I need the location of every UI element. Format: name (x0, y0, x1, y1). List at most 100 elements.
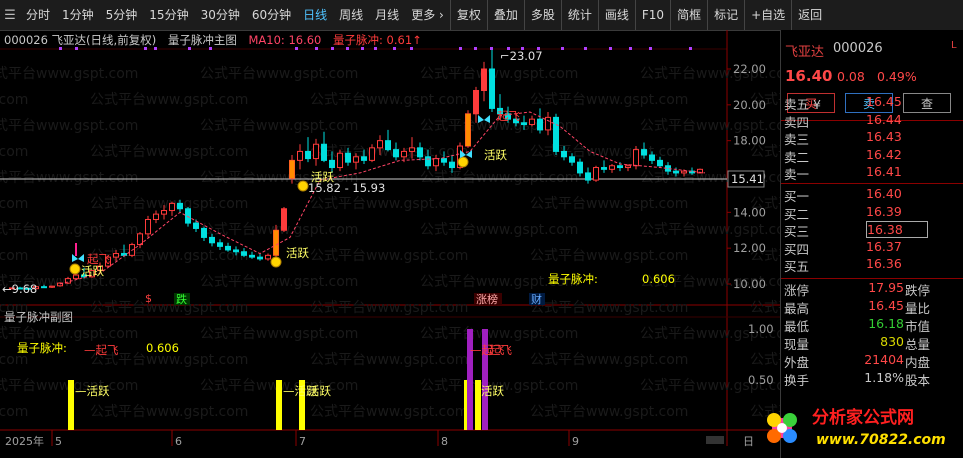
order-price: 16.37 (866, 238, 902, 254)
price-axis-label: 10.00 (733, 277, 766, 291)
statistics-button[interactable]: 统计 (560, 0, 598, 30)
mark-button[interactable]: 标记 (707, 0, 744, 30)
stat-value: 16.18 (868, 316, 904, 331)
candle-body (265, 254, 271, 260)
order-level-label: 买三 (784, 224, 810, 240)
candle-body (249, 254, 255, 258)
x-axis-label: 2025年 (5, 434, 44, 448)
sub-takeoff-label: —起飞 (84, 343, 119, 357)
candle-body (377, 140, 383, 149)
back-button[interactable]: 返回 (791, 0, 828, 30)
f10-button[interactable]: F10 (634, 0, 670, 30)
order-price: 16.43 (866, 129, 902, 145)
watermark-text: 公式平台www.gspt.com (0, 118, 138, 134)
order-price: 16.40 (866, 186, 902, 201)
bid-row[interactable]: 买一 16.40 (781, 186, 963, 204)
candle-body (233, 249, 239, 253)
watermark-text: 公式平台www.gspt.com (0, 196, 28, 212)
stat-value: 1.18% (864, 370, 904, 385)
stat-label: 市值 (905, 319, 931, 334)
ask-row[interactable]: 卖三 16.43 (781, 129, 963, 147)
simple-frame-button[interactable]: 简框 (670, 0, 707, 30)
candle-body (537, 118, 543, 131)
stat-value: 17.95 (868, 280, 904, 295)
stat-label: 涨停 (784, 283, 810, 298)
bid-row[interactable]: 买二 16.39 (781, 204, 963, 222)
candle-body (393, 149, 399, 158)
watermark-text: 公式平台www.gspt.com (310, 92, 468, 108)
flower-logo-icon (767, 413, 797, 443)
stat-label: 最低 (784, 319, 810, 334)
event-marker: 财 (531, 292, 542, 306)
order-level-label: 卖五 ¥ (784, 97, 821, 112)
candle-body (617, 165, 623, 169)
watermark-text: 公式平台www.gspt.com (90, 404, 248, 420)
menu-icon[interactable]: ☰ (0, 8, 20, 23)
candle-body (409, 147, 415, 152)
candle-body (681, 170, 687, 174)
tab-60min[interactable]: 60分钟 (246, 0, 297, 30)
pulse-label: 量子脉冲: (548, 272, 598, 286)
multi-stock-button[interactable]: 多股 (523, 0, 561, 30)
watermark-text: 公式平台www.gspt.com (0, 170, 138, 186)
tab-monthly[interactable]: 月线 (369, 0, 405, 30)
add-watchlist-button[interactable]: +自选 (744, 0, 791, 30)
candle-body (401, 150, 407, 158)
candle-body (625, 165, 631, 169)
order-level-label: 买一 (784, 189, 810, 204)
candle-body (657, 159, 663, 167)
money-bag-icon (270, 256, 282, 268)
surge-candle-body (289, 160, 295, 179)
event-dot (209, 47, 212, 50)
restore-rights-button[interactable]: 复权 (449, 0, 487, 30)
candle-body (569, 156, 575, 163)
event-dot (144, 47, 147, 50)
price-change: 0.08 (837, 69, 865, 84)
order-level-label: 卖二 (784, 149, 810, 165)
active-label: 活跃 (286, 246, 309, 260)
ask-row[interactable]: 卖二 16.42 (781, 147, 963, 165)
tab-fenshi[interactable]: 分时 (20, 0, 56, 30)
candle-body (161, 210, 167, 215)
bid-row[interactable]: 买四 16.37 (781, 238, 963, 257)
money-bag-icon (457, 156, 469, 168)
order-price: 16.38 (866, 221, 928, 239)
watermark-text: 公式平台www.gspt.com (420, 170, 578, 186)
kline-chart[interactable]: 公式平台www.gspt.com 公式平台www.gspt.com 公式平台www.… (0, 30, 780, 458)
overlay-button[interactable]: 叠加 (486, 0, 524, 30)
candle-body (449, 161, 455, 169)
tab-15min[interactable]: 15分钟 (143, 0, 194, 30)
ask-row[interactable]: 卖四 16.44 (781, 112, 963, 130)
ask-row[interactable]: 卖一 16.41 (781, 164, 963, 182)
stat-value: 830 (880, 334, 904, 349)
candle-body (593, 167, 599, 181)
ask-row[interactable]: 卖五 ¥ 16.45 (781, 94, 963, 112)
watermark-text: 公式平台www.gspt.com (0, 92, 28, 108)
bid-row[interactable]: 买五 16.36 (781, 256, 963, 274)
tab-weekly[interactable]: 周线 (333, 0, 369, 30)
watermark-text: 公式平台www.gspt.com (530, 248, 688, 264)
order-price: 16.36 (866, 256, 902, 272)
stat-label: 现量 (784, 337, 810, 352)
tab-1min[interactable]: 1分钟 (56, 0, 100, 30)
tab-5min[interactable]: 5分钟 (100, 0, 144, 30)
bid-row[interactable]: 买三 16.38 (781, 221, 963, 240)
tab-more[interactable]: 更多 › (405, 0, 450, 30)
candle-body (489, 68, 495, 109)
candle-body (329, 159, 335, 169)
stat-value: 21404 (864, 352, 904, 367)
draw-line-button[interactable]: 画线 (597, 0, 635, 30)
low-price-label: ←9.68 (2, 282, 37, 296)
sub-active-label: 活跃 (308, 384, 331, 398)
surge-candle-body (273, 230, 279, 256)
tab-30min[interactable]: 30分钟 (195, 0, 246, 30)
margin-flag-icon: L (951, 40, 957, 51)
stat-label: 内盘 (905, 355, 931, 370)
tab-daily[interactable]: 日线 (297, 0, 333, 30)
event-dot (374, 47, 377, 50)
candle-body (441, 158, 447, 163)
watermark-text: 公式平台www.gspt.com (90, 92, 248, 108)
event-dot (490, 47, 493, 50)
order-level-label: 买二 (784, 206, 810, 222)
candle-body (41, 286, 47, 289)
